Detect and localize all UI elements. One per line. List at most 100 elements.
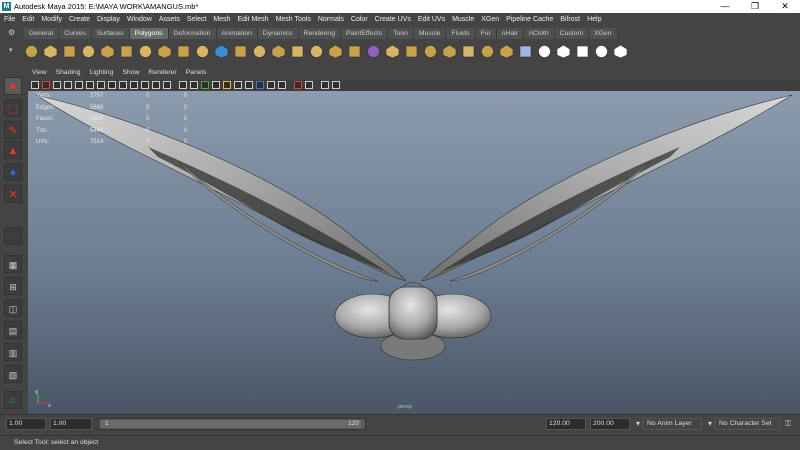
menu-pipeline-cache[interactable]: Pipeline Cache bbox=[506, 16, 553, 23]
ambient-occlusion-icon[interactable] bbox=[245, 81, 253, 89]
insert-edge-loop-icon[interactable] bbox=[499, 44, 514, 59]
safe-action-icon[interactable] bbox=[152, 81, 160, 89]
shelf-tab-animation[interactable]: Animation bbox=[216, 28, 258, 39]
smooth-icon[interactable] bbox=[328, 44, 343, 59]
wireframe-on-shaded-icon[interactable] bbox=[201, 81, 209, 89]
image-plane-icon[interactable] bbox=[64, 81, 72, 89]
2d-pan-zoom-icon[interactable] bbox=[75, 81, 83, 89]
shelf-tab-surfaces[interactable]: Surfaces bbox=[91, 28, 130, 39]
field-chart-icon[interactable] bbox=[141, 81, 149, 89]
shelf-collapse-icon[interactable]: ▾ bbox=[9, 46, 13, 54]
platonic-solid-icon[interactable] bbox=[233, 44, 248, 59]
menu-modify[interactable]: Modify bbox=[41, 16, 62, 23]
resolution-gate-icon[interactable] bbox=[119, 81, 127, 89]
shelf-tab-curves[interactable]: Curves bbox=[59, 28, 92, 39]
poly-pyramid-icon[interactable] bbox=[157, 44, 172, 59]
extrude-icon[interactable] bbox=[404, 44, 419, 59]
menu-create[interactable]: Create bbox=[69, 16, 90, 23]
booleans-icon[interactable] bbox=[309, 44, 324, 59]
shelf-settings-icon[interactable]: ⚙ bbox=[8, 28, 15, 37]
shelf-tab-dynamics[interactable]: Dynamics bbox=[257, 28, 299, 39]
uv-texture-editor-icon[interactable] bbox=[613, 44, 628, 59]
menu-xgen[interactable]: XGen bbox=[481, 16, 499, 23]
panel-menu-renderer[interactable]: Renderer bbox=[148, 69, 176, 79]
outliner-icon[interactable]: ⌂ bbox=[4, 391, 22, 409]
camera-lock-icon[interactable] bbox=[332, 81, 340, 89]
menu-muscle[interactable]: Muscle bbox=[452, 16, 474, 23]
menu-display[interactable]: Display bbox=[97, 16, 120, 23]
cut-faces-icon[interactable] bbox=[461, 44, 476, 59]
anti-alias-icon[interactable] bbox=[267, 81, 275, 89]
menu-select[interactable]: Select bbox=[187, 16, 206, 23]
maximize-button[interactable]: ❐ bbox=[740, 0, 770, 13]
split-polygon-icon[interactable] bbox=[480, 44, 495, 59]
shelf-tab-rendering[interactable]: Rendering bbox=[298, 28, 341, 39]
isolate-select-icon[interactable] bbox=[294, 81, 302, 89]
shelf-tab-custom[interactable]: Custom bbox=[554, 28, 590, 39]
last-tool-icon[interactable] bbox=[4, 227, 22, 245]
minimize-button[interactable]: — bbox=[710, 0, 740, 13]
close-button[interactable]: ✕ bbox=[770, 0, 800, 13]
shelf-tab-fur[interactable]: Fur bbox=[475, 28, 497, 39]
shelf-tab-deformation[interactable]: Deformation bbox=[168, 28, 217, 39]
auto-key-icon[interactable]: ⚿ bbox=[782, 418, 794, 430]
range-slider-thumb[interactable] bbox=[101, 420, 361, 428]
menu-edit[interactable]: Edit bbox=[22, 16, 34, 23]
smooth-shade-icon[interactable] bbox=[190, 81, 198, 89]
textured-icon[interactable] bbox=[212, 81, 220, 89]
append-polygon-icon[interactable] bbox=[442, 44, 457, 59]
character-set-select[interactable]: No Character Set bbox=[714, 418, 780, 430]
anim-layer-select[interactable]: No Anim Layer bbox=[642, 418, 702, 430]
four-view-layout-icon[interactable]: ⊞ bbox=[4, 277, 22, 295]
rotate-tool-icon[interactable]: ● bbox=[4, 163, 22, 181]
poly-prism-icon[interactable] bbox=[138, 44, 153, 59]
poly-torus-icon[interactable] bbox=[119, 44, 134, 59]
persp-outliner-layout-icon[interactable]: ▤ bbox=[4, 321, 22, 339]
range-slider[interactable]: 1 120 bbox=[98, 418, 366, 430]
auto-mapping-icon[interactable] bbox=[594, 44, 609, 59]
shelf-tab-painteffects[interactable]: PaintEffects bbox=[341, 28, 389, 39]
menu-normals[interactable]: Normals bbox=[318, 16, 344, 23]
end-time-field[interactable]: 120.00 bbox=[546, 418, 586, 430]
panel-menu-view[interactable]: View bbox=[32, 69, 47, 79]
current-time-field[interactable]: 1.00 bbox=[50, 418, 92, 430]
shadows-icon[interactable] bbox=[234, 81, 242, 89]
xray-icon[interactable] bbox=[305, 81, 313, 89]
poly-plane-icon[interactable] bbox=[100, 44, 115, 59]
xray-joints-icon[interactable] bbox=[321, 81, 329, 89]
film-gate-icon[interactable] bbox=[108, 81, 116, 89]
menu-color[interactable]: Color bbox=[351, 16, 368, 23]
lasso-tool-icon[interactable]: ⬚ bbox=[4, 99, 22, 117]
menu-assets[interactable]: Assets bbox=[159, 16, 180, 23]
max-time-field[interactable]: 200.00 bbox=[590, 418, 630, 430]
side-by-side-layout-icon[interactable]: ◫ bbox=[4, 299, 22, 317]
menu-edit-uvs[interactable]: Edit UVs bbox=[418, 16, 445, 23]
camera-attributes-icon[interactable] bbox=[42, 81, 50, 89]
extract-icon[interactable] bbox=[290, 44, 305, 59]
separate-icon[interactable] bbox=[271, 44, 286, 59]
shelf-tab-general[interactable]: General bbox=[24, 28, 60, 39]
poly-cylinder-icon[interactable] bbox=[62, 44, 77, 59]
grease-pencil-icon[interactable] bbox=[86, 81, 94, 89]
persp-hypershade-layout-icon[interactable]: ▧ bbox=[4, 365, 22, 383]
shelf-tab-polygons[interactable]: Polygons bbox=[129, 28, 169, 39]
fill-hole-icon[interactable] bbox=[366, 44, 381, 59]
panel-menu-panels[interactable]: Panels bbox=[186, 69, 207, 79]
scale-tool-icon[interactable]: ✕ bbox=[4, 185, 22, 203]
spherical-mapping-icon[interactable] bbox=[575, 44, 590, 59]
shelf-tab-fluids[interactable]: Fluids bbox=[446, 28, 476, 39]
grid-icon[interactable] bbox=[97, 81, 105, 89]
persp-graph-layout-icon[interactable]: ▥ bbox=[4, 343, 22, 361]
menu-window[interactable]: Window bbox=[127, 16, 152, 23]
shelf-tab-ncloth[interactable]: nCloth bbox=[524, 28, 555, 39]
lighting-icon[interactable] bbox=[223, 81, 231, 89]
menu-mesh[interactable]: Mesh bbox=[213, 16, 230, 23]
motion-blur-icon[interactable] bbox=[256, 81, 264, 89]
poly-sphere-icon[interactable] bbox=[24, 44, 39, 59]
menu-edit-mesh[interactable]: Edit Mesh bbox=[237, 16, 268, 23]
panel-menu-shading[interactable]: Shading bbox=[56, 69, 81, 79]
offset-edge-loop-icon[interactable] bbox=[518, 44, 533, 59]
poly-pipe-icon[interactable] bbox=[176, 44, 191, 59]
panel-menu-show[interactable]: Show bbox=[122, 69, 139, 79]
soccer-ball-icon[interactable] bbox=[214, 44, 229, 59]
